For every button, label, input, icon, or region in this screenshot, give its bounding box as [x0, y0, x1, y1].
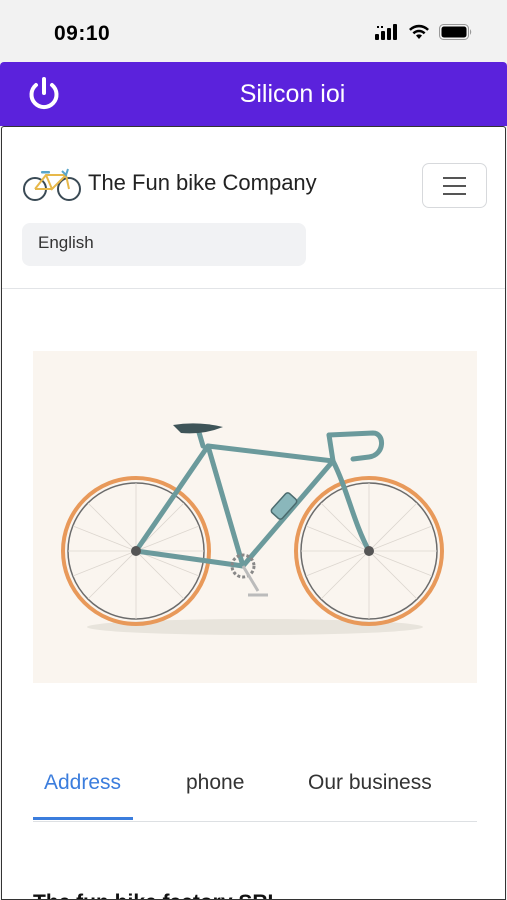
address-heading: The fun bike factory SRL: [33, 891, 280, 899]
battery-icon: [439, 24, 472, 40]
bicycle-illustration: [61, 423, 444, 635]
signal-icon: [375, 24, 397, 40]
hamburger-line: [443, 192, 466, 195]
tab-phone[interactable]: phone: [186, 771, 244, 795]
language-select[interactable]: English: [22, 223, 306, 266]
status-icons: [375, 24, 473, 40]
bike-frame: [133, 426, 384, 569]
brand-link[interactable]: The Fun bike Company: [22, 163, 317, 203]
app-title: Silicon ioi: [239, 80, 346, 108]
hamburger-line: [443, 184, 466, 187]
brand-name: The Fun bike Company: [88, 170, 317, 195]
tab-address[interactable]: Address: [44, 771, 121, 795]
tab-our-business[interactable]: Our business: [308, 771, 432, 795]
web-content: The Fun bike Company English Address pho…: [1, 126, 506, 900]
bicycle-icon: [23, 168, 81, 201]
site-header: The Fun bike Company English: [2, 127, 505, 289]
status-bar: 09:10: [0, 0, 507, 62]
info-tabs: Address phone Our business: [33, 757, 477, 822]
active-tab-indicator: [33, 817, 133, 820]
menu-toggle-button[interactable]: [422, 163, 487, 208]
status-time: 09:10: [54, 22, 111, 45]
hero-image: [33, 351, 477, 683]
wifi-icon: [409, 24, 429, 39]
bike-saddle: [173, 423, 223, 434]
app-bar: Silicon ioi: [0, 62, 507, 126]
water-bottle: [270, 492, 298, 520]
hamburger-menu-icon: [443, 176, 466, 179]
